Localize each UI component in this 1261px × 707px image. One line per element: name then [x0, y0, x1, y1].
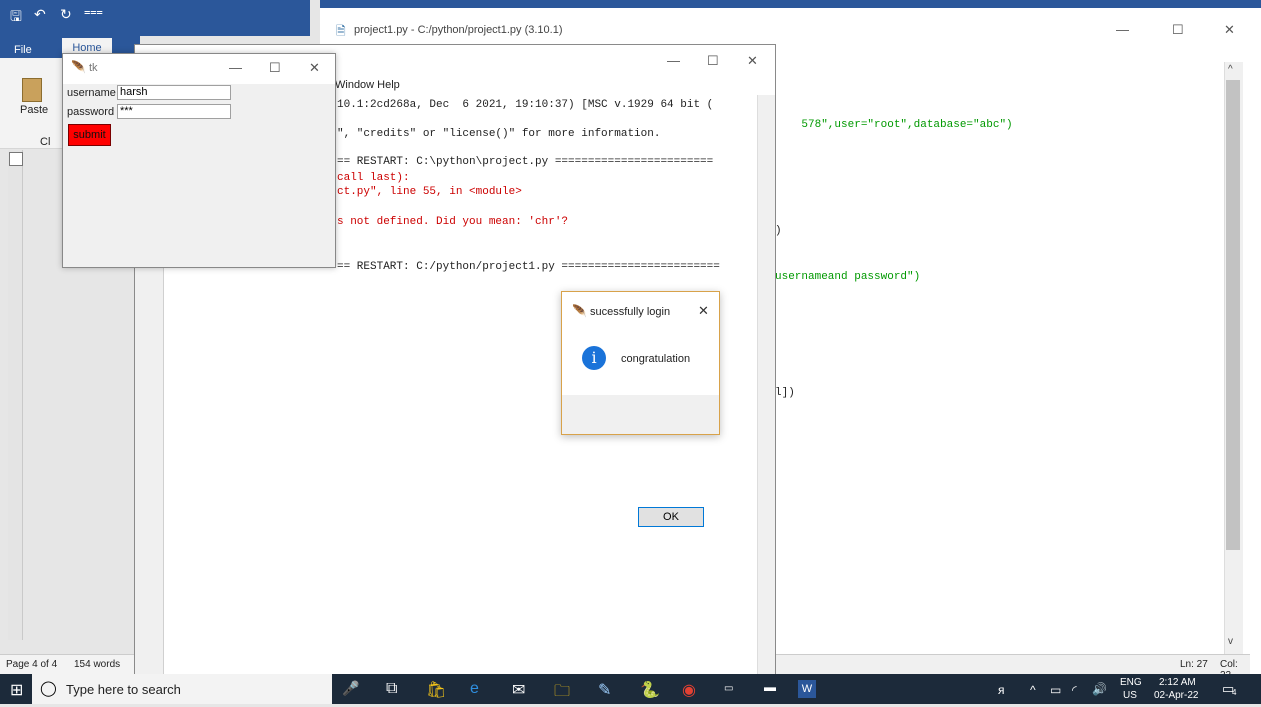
- editor-top-strip: [320, 0, 1261, 8]
- tab-selector-icon[interactable]: [9, 152, 23, 166]
- shell-scrollbar[interactable]: [757, 95, 775, 675]
- mail-icon[interactable]: ✉: [512, 680, 525, 700]
- editor-titlebar: 🗎 project1.py - C:/python/project1.py (3…: [320, 8, 1261, 44]
- word-icon[interactable]: W: [798, 680, 816, 698]
- windows-start-icon[interactable]: ⊞: [10, 680, 23, 700]
- minimize-icon[interactable]: —: [1116, 22, 1129, 37]
- task-view-icon[interactable]: ⧉: [386, 680, 397, 698]
- python-idle-icon[interactable]: 🐍: [640, 680, 660, 700]
- editor-title: project1.py - C:/python/project1.py (3.1…: [354, 24, 563, 36]
- file-explorer-icon[interactable]: 🗀: [554, 680, 570, 707]
- close-icon[interactable]: ✕: [1224, 22, 1235, 38]
- customize-icon[interactable]: ⩶: [84, 6, 103, 19]
- tk-titlebar: 🪶 tk — ☐ ✕: [63, 54, 335, 84]
- maximize-icon[interactable]: ☐: [269, 60, 281, 76]
- save-icon[interactable]: 🖫: [10, 6, 22, 30]
- info-messagebox: 🪶 sucessfully login ✕ i congratulation O…: [561, 291, 720, 527]
- close-icon[interactable]: ✕: [747, 53, 758, 69]
- code-line[interactable]: usernameand password"): [775, 271, 920, 283]
- minimize-icon[interactable]: —: [229, 60, 242, 75]
- close-icon[interactable]: ✕: [698, 303, 709, 319]
- shell-line[interactable]: ", "credits" or "license()" for more inf…: [337, 128, 660, 140]
- microphone-icon[interactable]: 🎤: [342, 680, 359, 697]
- menu-window-help[interactable]: Window Help: [335, 79, 400, 91]
- editor-statusbar: Ln: 27 Col: 22: [770, 654, 1250, 681]
- cortana-icon: ◯: [40, 680, 57, 697]
- messagebox-message: congratulation: [621, 353, 691, 365]
- maximize-icon[interactable]: ☐: [707, 53, 719, 69]
- tray-expand-icon[interactable]: ^: [1030, 683, 1036, 697]
- page-count[interactable]: Page 4 of 4: [6, 655, 57, 675]
- paste-icon[interactable]: [22, 78, 42, 102]
- language-label[interactable]: ENG: [1120, 677, 1142, 688]
- scroll-down-icon[interactable]: v: [1228, 636, 1233, 647]
- messagebox-footer: OK: [562, 395, 719, 527]
- notification-count: 4: [1232, 688, 1237, 697]
- taskbar-search-box[interactable]: ◯ Type here to search: [32, 674, 332, 704]
- notepad-icon[interactable]: ✎: [598, 680, 611, 700]
- shell-error-line[interactable]: ct.py", line 55, in <module>: [337, 186, 522, 198]
- tk-title: tk: [89, 62, 98, 74]
- password-input[interactable]: [117, 104, 231, 119]
- shell-line[interactable]: == RESTART: C:/python/project1.py ======…: [337, 261, 720, 273]
- clock-date[interactable]: 02-Apr-22: [1154, 690, 1198, 701]
- feather-icon: 🪶: [71, 60, 86, 74]
- ok-button[interactable]: OK: [638, 507, 704, 527]
- submit-button[interactable]: submit: [68, 124, 111, 146]
- code-line[interactable]: l]): [775, 387, 795, 399]
- wifi-icon[interactable]: ◜: [1072, 683, 1077, 697]
- line-number: Ln: 27: [1180, 659, 1208, 670]
- clipboard-label: Cl: [40, 136, 51, 148]
- battery-icon[interactable]: ▭: [1050, 683, 1061, 697]
- maximize-icon[interactable]: ☐: [1172, 22, 1184, 38]
- code-line[interactable]: 578",user="root",database="abc"): [775, 107, 1012, 143]
- shell-line[interactable]: == RESTART: C:\python\project.py =======…: [337, 156, 713, 168]
- clock-time[interactable]: 2:12 AM: [1159, 677, 1196, 688]
- tk-login-window: 🪶 tk — ☐ ✕ username password submit: [62, 53, 336, 268]
- people-icon[interactable]: ᴙ: [998, 683, 1005, 697]
- file-tab[interactable]: File: [14, 44, 32, 56]
- terminal-icon[interactable]: ▬: [764, 680, 776, 694]
- volume-icon[interactable]: 🔊: [1092, 682, 1107, 696]
- chrome-icon[interactable]: ◉: [682, 680, 696, 700]
- username-input[interactable]: [117, 85, 231, 100]
- feather-icon: 🪶: [572, 304, 587, 318]
- messagebox-title: sucessfully login: [590, 306, 671, 318]
- close-icon[interactable]: ✕: [309, 60, 320, 76]
- edge-icon[interactable]: e: [470, 680, 479, 698]
- vertical-ruler: [8, 150, 23, 640]
- password-label: password: [67, 106, 115, 118]
- redo-icon[interactable]: ↻: [60, 6, 72, 23]
- undo-icon[interactable]: ↶: [34, 6, 46, 23]
- shell-line[interactable]: 10.1:2cd268a, Dec 6 2021, 19:10:37) [MSC…: [337, 99, 713, 111]
- mysql-icon[interactable]: ▭: [724, 683, 733, 694]
- word-statusbar: Page 4 of 4 154 words: [0, 654, 140, 675]
- taskbar: ⊞ ◯ Type here to search 🎤 ⧉ 🛍 e ✉ 🗀 ✎ 🐍 …: [0, 674, 1261, 704]
- python-file-icon: 🗎: [336, 24, 346, 38]
- shell-error-line[interactable]: s not defined. Did you mean: 'chr'?: [337, 216, 568, 228]
- editor-scroll-thumb[interactable]: [1226, 80, 1240, 550]
- paste-label[interactable]: Paste: [20, 104, 48, 116]
- shell-error-line[interactable]: call last):: [337, 172, 410, 184]
- word-titlebar: 🖫 ↶ ↻ ⩶: [0, 0, 310, 36]
- info-icon: i: [582, 346, 606, 370]
- minimize-icon[interactable]: —: [667, 53, 680, 68]
- scroll-up-icon[interactable]: ^: [1228, 64, 1233, 75]
- region-label[interactable]: US: [1123, 690, 1137, 701]
- username-label: username: [67, 87, 116, 99]
- search-placeholder: Type here to search: [66, 682, 181, 697]
- word-count[interactable]: 154 words: [74, 655, 120, 675]
- store-icon[interactable]: 🛍: [426, 680, 446, 700]
